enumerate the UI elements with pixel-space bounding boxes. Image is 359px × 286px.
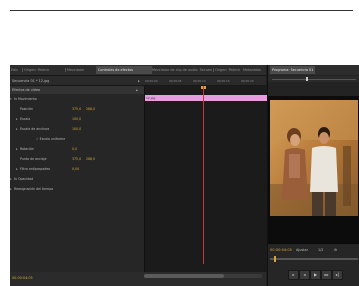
disclosure-triangle-icon[interactable]: ▸	[10, 187, 12, 191]
effect-property-label: Escala de anchura	[20, 127, 50, 131]
monitor-top-ruler[interactable]	[268, 76, 359, 82]
monitor-playhead[interactable]	[274, 256, 276, 262]
effect-controls-footer: 00:00:04:05	[10, 272, 266, 286]
panel-tab-bar: Edic Origen: Patrick Mezclador Controles…	[10, 65, 266, 76]
effect-value[interactable]: 375,0	[72, 107, 81, 111]
ruler-tick: 00:00:20	[241, 79, 254, 83]
monitor-scrubber[interactable]	[270, 258, 358, 260]
effect-property-label: Posición	[20, 107, 33, 111]
tab-controles-efectos[interactable]: Controles de efectos	[96, 66, 152, 74]
disclosure-triangle-icon[interactable]: ▸	[16, 167, 18, 171]
effect-property-label: fx Opacidad	[14, 177, 34, 181]
tab-separator	[22, 68, 23, 72]
playhead[interactable]	[203, 86, 204, 264]
top-divider	[10, 10, 353, 11]
monitor-ruler-line	[272, 79, 356, 80]
effects-list: Efectos de vídeo ▴ ▾ fx Movimiento Posició…	[10, 86, 144, 272]
disclosure-triangle-icon[interactable]: ▸	[16, 127, 18, 131]
scrollbar-thumb[interactable]	[144, 274, 224, 278]
effect-row[interactable]: ▸ fx Opacidad	[10, 175, 144, 184]
effect-value[interactable]: 0,0	[72, 147, 77, 151]
timeline-scrollbar[interactable]	[144, 274, 262, 278]
effects-header-label: Efectos de vídeo	[12, 88, 41, 92]
monitor-timecode[interactable]: 00:00:04:05	[270, 248, 292, 252]
disclosure-triangle-icon[interactable]: ▾	[10, 97, 12, 101]
tab-mezclador-audio[interactable]: Mezclador de clip de audio: Secuencia 01	[152, 66, 212, 74]
program-monitor-tabbar: Programa: Secuencia 01	[268, 65, 359, 75]
step-back-icon[interactable]: ◂	[299, 270, 310, 280]
playback-resolution-select[interactable]: 1/2	[318, 248, 323, 252]
effect-value[interactable]: 100,0	[72, 117, 81, 121]
sequence-label: Secuencia 01 * 12.jpg	[12, 79, 50, 83]
photo-image	[268, 96, 359, 244]
effect-value[interactable]: 0,00	[72, 167, 79, 171]
effect-row[interactable]: ✓ Escala uniforme	[10, 135, 144, 144]
ruler-tick: 00:00:00	[145, 79, 158, 83]
effect-property-label: Filtro antiparpadeo	[20, 167, 51, 171]
disclosure-triangle-icon[interactable]: ▸	[16, 117, 18, 121]
tab-edic[interactable]: Edic	[11, 66, 21, 74]
tab-programa[interactable]: Programa: Secuencia 01	[270, 66, 316, 74]
effect-row[interactable]: ▸ Filtro antiparpadeo 0,00	[10, 165, 144, 174]
effect-row[interactable]: Punto de anclaje 375,0 288,0	[10, 155, 144, 164]
monitor-controls: 00:00:04:05 Ajustar 1/2 ⚙ ▸ ◂ ▶ ▸▸ ▸|	[268, 245, 359, 286]
wrench-icon[interactable]: ⚙	[334, 248, 337, 252]
effects-collapse-icon[interactable]: ▴	[136, 88, 138, 92]
program-monitor: Programa: Secuencia 01 00:00:04:05 Ajust…	[267, 65, 359, 286]
ruler-tick: 00:00:05	[169, 79, 182, 83]
ruler-tick: 00:00:15	[217, 79, 230, 83]
effect-value[interactable]: 100,0	[72, 127, 81, 131]
effect-property-label: fx Movimiento	[14, 97, 37, 101]
collapse-arrow-icon[interactable]: ▸	[138, 79, 140, 83]
sequence-header: Secuencia 01 * 12.jpg ▸ 00:00:00 00:00:0…	[10, 76, 266, 86]
step-forward-icon[interactable]: ▸▸	[321, 270, 332, 280]
effect-value[interactable]: 375,0	[72, 157, 81, 161]
effect-property-label: Escala	[20, 117, 31, 121]
tab-origen-2[interactable]: Origen: Patrick	[215, 66, 241, 74]
monitor-ruler-marker[interactable]	[306, 77, 308, 81]
program-video-frame	[268, 96, 359, 244]
effects-header: Efectos de vídeo ▴	[10, 86, 144, 94]
disclosure-triangle-icon[interactable]: ▸	[10, 177, 12, 181]
effect-row[interactable]: ▸ Escala de anchura 100,0	[10, 125, 144, 134]
zoom-fit-select[interactable]: Ajustar	[296, 248, 308, 252]
effect-controls-panel: Secuencia 01 * 12.jpg ▸ 00:00:00 00:00:0…	[10, 76, 267, 286]
effect-value[interactable]: 288,0	[86, 107, 95, 111]
effect-value[interactable]: 288,0	[86, 157, 95, 161]
timeline-ruler[interactable]: 00:00:00 00:00:05 00:00:10 00:00:15 00:0…	[144, 76, 266, 85]
tab-separator	[213, 68, 214, 72]
clip-bar-label: 12.jpg	[146, 96, 156, 100]
tab-mezclador[interactable]: Mezclador	[67, 66, 95, 74]
premiere-app: Edic Origen: Patrick Mezclador Controles…	[10, 65, 359, 286]
disclosure-triangle-icon[interactable]: ▸	[16, 147, 18, 151]
effect-row[interactable]: ▾ fx Movimiento	[10, 95, 144, 104]
effect-property-label: Rotación	[20, 147, 34, 151]
tab-metadatos[interactable]: Metadatos	[243, 66, 265, 74]
ruler-tick: 00:00:10	[193, 79, 206, 83]
effect-row[interactable]: Posición 375,0 288,0	[10, 105, 144, 114]
play-icon[interactable]: ▶	[310, 270, 321, 280]
go-to-out-icon[interactable]: ▸|	[332, 270, 343, 280]
current-timecode[interactable]: 00:00:04:05	[12, 276, 33, 280]
effect-row[interactable]: ▸ Rotación 0,0	[10, 145, 144, 154]
effect-property-label: Reasignación del tiempo	[14, 187, 54, 191]
tab-origen[interactable]: Origen: Patrick	[24, 66, 64, 74]
effect-property-label: Punto de anclaje	[20, 157, 47, 161]
tab-separator	[65, 68, 66, 72]
clip-bar[interactable]: 12.jpg	[145, 95, 267, 101]
keyframe-timeline[interactable]: 12.jpg	[144, 86, 267, 272]
effect-row[interactable]: ▸ Escala 100,0	[10, 115, 144, 124]
mark-in-icon[interactable]: ▸	[288, 270, 299, 280]
effect-row[interactable]: ▸ Reasignación del tiempo	[10, 185, 144, 194]
effect-property-label: ✓ Escala uniforme	[36, 137, 66, 141]
